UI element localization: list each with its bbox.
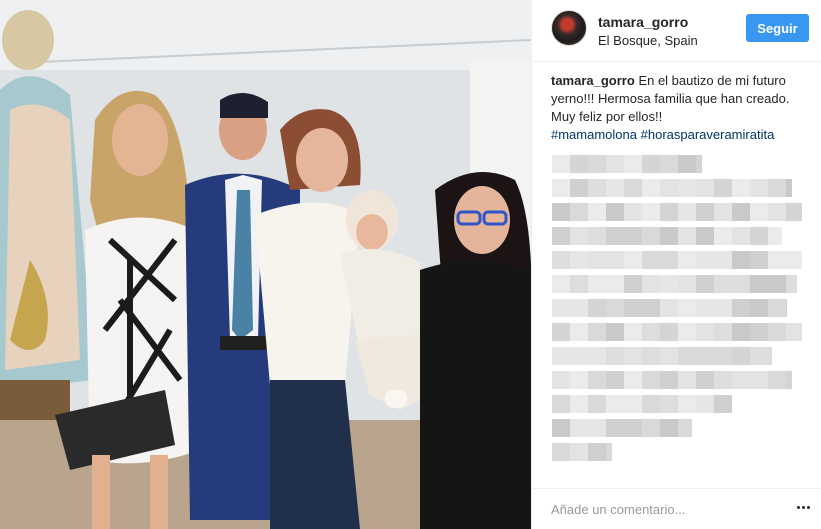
- divider: [532, 488, 821, 489]
- post-header: tamara_gorro El Bosque, Spain Seguir: [532, 0, 821, 62]
- ellipsis-icon[interactable]: [792, 497, 814, 517]
- post-photo[interactable]: [0, 0, 531, 529]
- hashtag-link[interactable]: #mamamolona: [551, 127, 637, 142]
- location-link[interactable]: El Bosque, Spain: [598, 32, 698, 50]
- hashtag-link[interactable]: #horasparaveramiratita: [641, 127, 775, 142]
- user-info: tamara_gorro El Bosque, Spain: [598, 13, 698, 50]
- post-sidebar: tamara_gorro El Bosque, Spain Seguir tam…: [531, 0, 821, 529]
- comment-input[interactable]: [551, 499, 751, 519]
- caption: tamara_gorro En el bautizo de mi futuro …: [551, 72, 811, 144]
- caption-username[interactable]: tamara_gorro: [551, 73, 635, 88]
- follow-button[interactable]: Seguir: [746, 14, 809, 42]
- comments-list: tamara_gorro En el bautizo de mi futuro …: [551, 72, 811, 144]
- photo-illustration: [0, 0, 531, 529]
- profile-avatar[interactable]: [551, 10, 587, 46]
- blurred-comments: [552, 155, 802, 461]
- instagram-post: tamara_gorro El Bosque, Spain Seguir tam…: [0, 0, 821, 529]
- username-link[interactable]: tamara_gorro: [598, 13, 698, 31]
